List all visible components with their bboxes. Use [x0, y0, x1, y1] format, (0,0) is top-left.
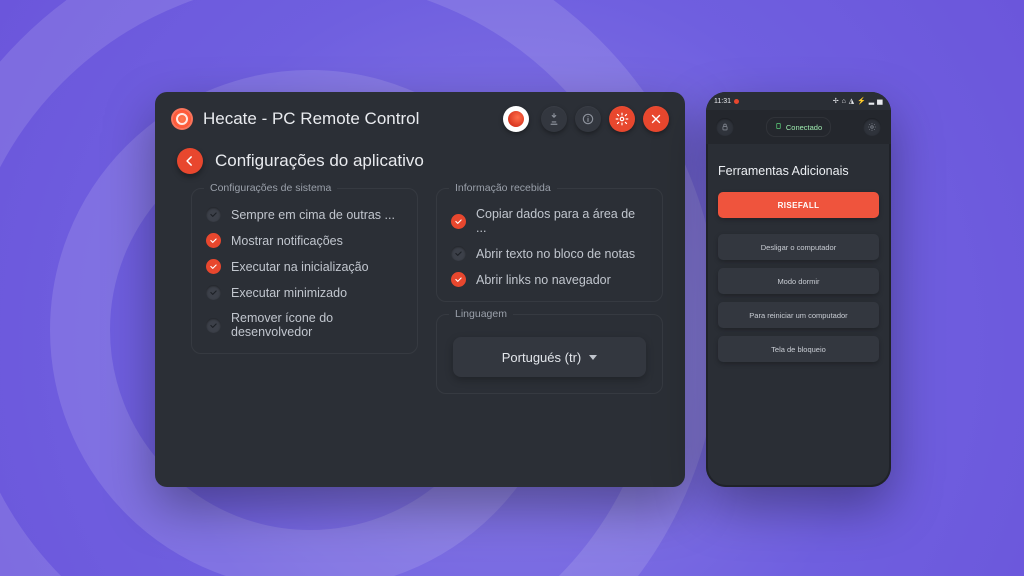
phone-primary-action[interactable]: RISEFALL [718, 192, 879, 218]
info-button[interactable] [575, 106, 601, 132]
checkbox-icon[interactable] [206, 259, 221, 274]
phone-action-label: Desligar o computador [761, 243, 836, 252]
phone-primary-label: RISEFALL [778, 201, 820, 210]
phone-action-label: Tela de bloqueio [771, 345, 826, 354]
phone-lock-button[interactable] [716, 118, 734, 136]
chevron-down-icon [589, 355, 597, 360]
recording-indicator-icon [734, 99, 739, 104]
brand-orb-icon [503, 106, 529, 132]
devices-button[interactable] [541, 106, 567, 132]
phone-action-button[interactable]: Tela de bloqueio [718, 336, 879, 362]
system-option[interactable]: Sempre em cima de outras ... [206, 207, 403, 222]
group-received-info: Informação recebida Copiar dados para a … [436, 188, 663, 302]
phone-action-button[interactable]: Modo dormir [718, 268, 879, 294]
system-option[interactable]: Executar na inicialização [206, 259, 403, 274]
received-option[interactable]: Abrir texto no bloco de notas [451, 246, 648, 261]
app-title: Hecate - PC Remote Control [203, 109, 503, 129]
group-system-settings: Configurações de sistema Sempre em cima … [191, 188, 418, 354]
group-title-language: Linguagem [449, 308, 513, 320]
system-option[interactable]: Executar minimizado [206, 285, 403, 300]
checkbox-icon[interactable] [206, 285, 221, 300]
language-selector[interactable]: Portugués (tr) [453, 337, 646, 377]
option-label: Mostrar notificações [231, 234, 343, 248]
phone-settings-button[interactable] [863, 118, 881, 136]
option-label: Executar minimizado [231, 286, 347, 300]
received-option[interactable]: Abrir links no navegador [451, 272, 648, 287]
phone-action-label: Para reiniciar um computador [749, 311, 847, 320]
language-selected-label: Portugués (tr) [502, 350, 581, 365]
connection-status-label: Conectado [786, 123, 822, 132]
phone-top-bar: Conectado [706, 110, 891, 144]
title-bar: Hecate - PC Remote Control [155, 92, 685, 142]
option-label: Executar na inicialização [231, 260, 369, 274]
checkbox-icon[interactable] [451, 272, 466, 287]
phone-clock: 11:31 [714, 98, 731, 105]
checkbox-icon[interactable] [451, 246, 466, 261]
checkbox-icon[interactable] [206, 318, 221, 333]
system-option[interactable]: Mostrar notificações [206, 233, 403, 248]
phone-status-bar: 11:31 ✢ ⌂ ◮ ⚡ ▂ ▅ [706, 92, 891, 110]
option-label: Copiar dados para a área de ... [476, 207, 648, 235]
option-label: Sempre em cima de outras ... [231, 208, 395, 222]
checkbox-icon[interactable] [206, 207, 221, 222]
checkbox-icon[interactable] [451, 214, 466, 229]
phone-action-button[interactable]: Para reiniciar um computador [718, 302, 879, 328]
phone-status-icons: ✢ ⌂ ◮ ⚡ ▂ ▅ [833, 97, 883, 105]
page-title: Configurações do aplicativo [215, 151, 424, 171]
group-title-system: Configurações de sistema [204, 182, 337, 194]
phone-action-button[interactable]: Desligar o computador [718, 234, 879, 260]
phone-section-heading: Ferramentas Adicionais [718, 164, 879, 178]
phone-preview: 11:31 ✢ ⌂ ◮ ⚡ ▂ ▅ Conectado Ferramentas … [706, 92, 891, 487]
close-button[interactable] [643, 106, 669, 132]
received-option[interactable]: Copiar dados para a área de ... [451, 207, 648, 235]
app-logo-icon [171, 108, 193, 130]
connection-status-pill[interactable]: Conectado [766, 117, 831, 137]
checkbox-icon[interactable] [206, 233, 221, 248]
option-label: Abrir texto no bloco de notas [476, 247, 635, 261]
phone-action-label: Modo dormir [777, 277, 819, 286]
title-actions [503, 106, 669, 132]
option-label: Abrir links no navegador [476, 273, 611, 287]
settings-button[interactable] [609, 106, 635, 132]
group-language: Linguagem Portugués (tr) [436, 314, 663, 394]
option-label: Remover ícone do desenvolvedor [231, 311, 403, 339]
group-title-received: Informação recebida [449, 182, 557, 194]
desktop-settings-window: Hecate - PC Remote Control Configurações… [155, 92, 685, 487]
back-button[interactable] [177, 148, 203, 174]
phone-connected-icon [775, 121, 782, 133]
system-option[interactable]: Remover ícone do desenvolvedor [206, 311, 403, 339]
